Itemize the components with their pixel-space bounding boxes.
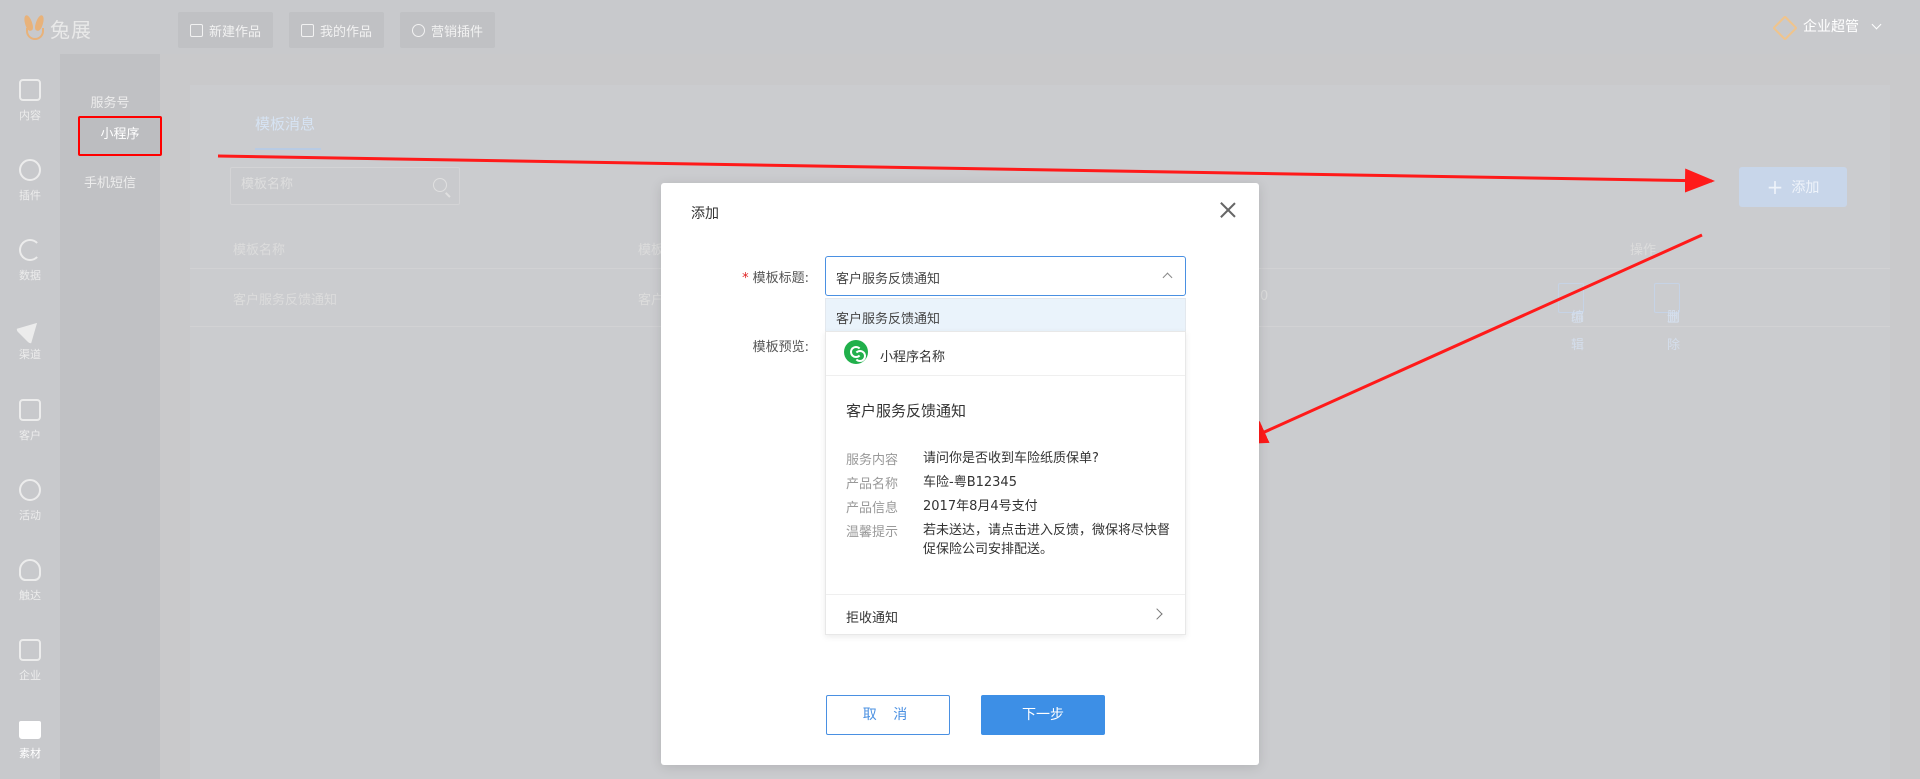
rail-item-reach[interactable]: 触达: [0, 546, 60, 616]
search-icon[interactable]: [433, 178, 447, 192]
rail-item-data[interactable]: 数据: [0, 226, 60, 296]
preview-key: 服务内容: [846, 453, 899, 468]
building-icon: [19, 639, 41, 661]
person-icon: [19, 559, 41, 581]
marketing-plugin-button[interactable]: 营销插件: [400, 12, 496, 48]
column-name: 模板名称: [233, 243, 286, 258]
preview-footer[interactable]: 拒收通知: [826, 594, 1185, 634]
select-value: 客户服务反馈通知: [836, 272, 941, 287]
row-time: 0: [1260, 289, 1269, 304]
next-step-button[interactable]: 下一步: [981, 695, 1105, 735]
rail-item-customer[interactable]: 客户: [0, 386, 60, 456]
template-title-label-text: 模板标题:: [752, 271, 809, 286]
preview-key: 产品信息: [846, 501, 899, 516]
column-operation: 操作: [1630, 243, 1657, 258]
template-preview-card: 小程序名称 客户服务反馈通知 服务内容 请问你是否收到车险纸质保单? 产品名称 …: [825, 331, 1186, 635]
subnav-item-mini-program[interactable]: 小程序: [78, 116, 162, 156]
new-work-button[interactable]: 新建作品: [178, 12, 274, 48]
add-dialog: 添加 * 模板标题: 客户服务反馈通知 客户服务反馈通知 模板预览: 小程序名称 …: [661, 183, 1259, 765]
preview-key: 产品名称: [846, 477, 899, 492]
user-name: 企业超管: [1803, 19, 1859, 35]
preview-value: 请问你是否收到车险纸质保单?: [923, 451, 1099, 466]
rail-item-material[interactable]: 素材: [0, 706, 60, 776]
chevron-down-icon: [1871, 19, 1882, 29]
marketing-plugin-label: 营销插件: [431, 24, 484, 40]
rabbit-logo-icon: [22, 14, 48, 41]
rail-item-plugin[interactable]: 插件: [0, 146, 60, 216]
preview-value: 车险-粤B12345: [923, 475, 1017, 490]
folder-icon: [19, 721, 41, 739]
rail-item-enterprise[interactable]: 企业: [0, 626, 60, 696]
top-bar: 兔展 新建作品 我的作品 营销插件 企业超管: [0, 0, 1920, 54]
my-works-label: 我的作品: [320, 24, 373, 40]
new-work-label: 新建作品: [209, 24, 262, 40]
rail-item-channel[interactable]: 渠道: [0, 306, 60, 376]
preview-value: 若未送达，请点击进入反馈，微保将尽快督促保险公司安排配送。: [923, 523, 1171, 557]
my-works-button[interactable]: 我的作品: [289, 12, 385, 48]
mini-program-icon: [844, 340, 868, 364]
close-icon[interactable]: [1217, 199, 1239, 221]
add-button[interactable]: + 添加: [1739, 167, 1847, 207]
preview-footer-text: 拒收通知: [846, 611, 899, 626]
icon-rail: 内容 插件 数据 渠道 客户 活动 触达 企业 素材: [0, 54, 60, 779]
preview-header: 小程序名称: [826, 332, 1185, 376]
rail-label: 插件: [19, 189, 41, 202]
select-dropdown: 客户服务反馈通知: [825, 298, 1186, 332]
subnav-item-service-account[interactable]: 服务号: [60, 92, 160, 111]
rail-label: 活动: [19, 509, 41, 522]
rail-label: 数据: [19, 269, 41, 282]
search-box: [230, 167, 460, 205]
edit-label: 编辑: [1571, 310, 1585, 353]
rail-label: 企业: [19, 669, 41, 682]
preview-value: 2017年8月4号支付: [923, 499, 1038, 514]
logo-text: 兔展: [50, 17, 92, 42]
cube-icon: [19, 159, 41, 181]
add-button-label: 添加: [1791, 180, 1820, 196]
template-preview-label: 模板预览:: [752, 340, 809, 355]
logo[interactable]: 兔展: [22, 14, 92, 42]
template-title-label: * 模板标题:: [742, 267, 809, 286]
plus-icon: +: [1766, 175, 1784, 199]
rail-item-content[interactable]: 内容: [0, 66, 60, 136]
dialog-title: 添加: [691, 206, 719, 222]
template-title-select[interactable]: 客户服务反馈通知: [825, 256, 1186, 296]
top-nav: 新建作品 我的作品 营销插件: [178, 12, 496, 48]
plugin-icon: [412, 23, 426, 37]
rail-label: 触达: [19, 589, 41, 602]
subnav-item-sms[interactable]: 手机短信: [60, 172, 160, 191]
preview-key: 温馨提示: [846, 525, 899, 540]
mini-program-name: 小程序名称: [880, 350, 946, 365]
chevron-right-icon: [1151, 608, 1163, 620]
chevron-up-icon: [1162, 272, 1173, 283]
dropdown-option[interactable]: 客户服务反馈通知: [836, 308, 940, 327]
contacts-icon: [19, 399, 41, 421]
required-mark: *: [742, 271, 749, 286]
rail-label: 客户: [19, 429, 41, 442]
document-icon: [19, 79, 41, 101]
tab-template-message[interactable]: 模板消息: [255, 113, 321, 150]
cancel-button[interactable]: 取 消: [826, 695, 950, 735]
delete-button[interactable]: ▥ 删除: [1654, 283, 1680, 353]
diamond-icon: [1773, 16, 1793, 36]
user-menu[interactable]: 企业超管: [1773, 16, 1882, 36]
edit-button[interactable]: ▢ 编辑: [1558, 283, 1584, 353]
sub-nav: 服务号 小程序 手机短信: [60, 54, 162, 779]
row-name: 客户服务反馈通知: [233, 293, 338, 308]
delete-label: 删除: [1667, 310, 1681, 353]
rail-item-activity[interactable]: 活动: [0, 466, 60, 536]
plus-square-icon: [190, 23, 203, 37]
rail-label: 素材: [19, 747, 41, 760]
pie-chart-icon: [19, 239, 41, 261]
activity-icon: [19, 479, 41, 501]
preview-title: 客户服务反馈通知: [846, 402, 967, 420]
rail-label: 渠道: [19, 348, 41, 361]
search-input[interactable]: [241, 177, 421, 192]
image-icon: [301, 23, 315, 37]
rail-label: 内容: [19, 109, 41, 122]
send-icon: [15, 315, 45, 345]
